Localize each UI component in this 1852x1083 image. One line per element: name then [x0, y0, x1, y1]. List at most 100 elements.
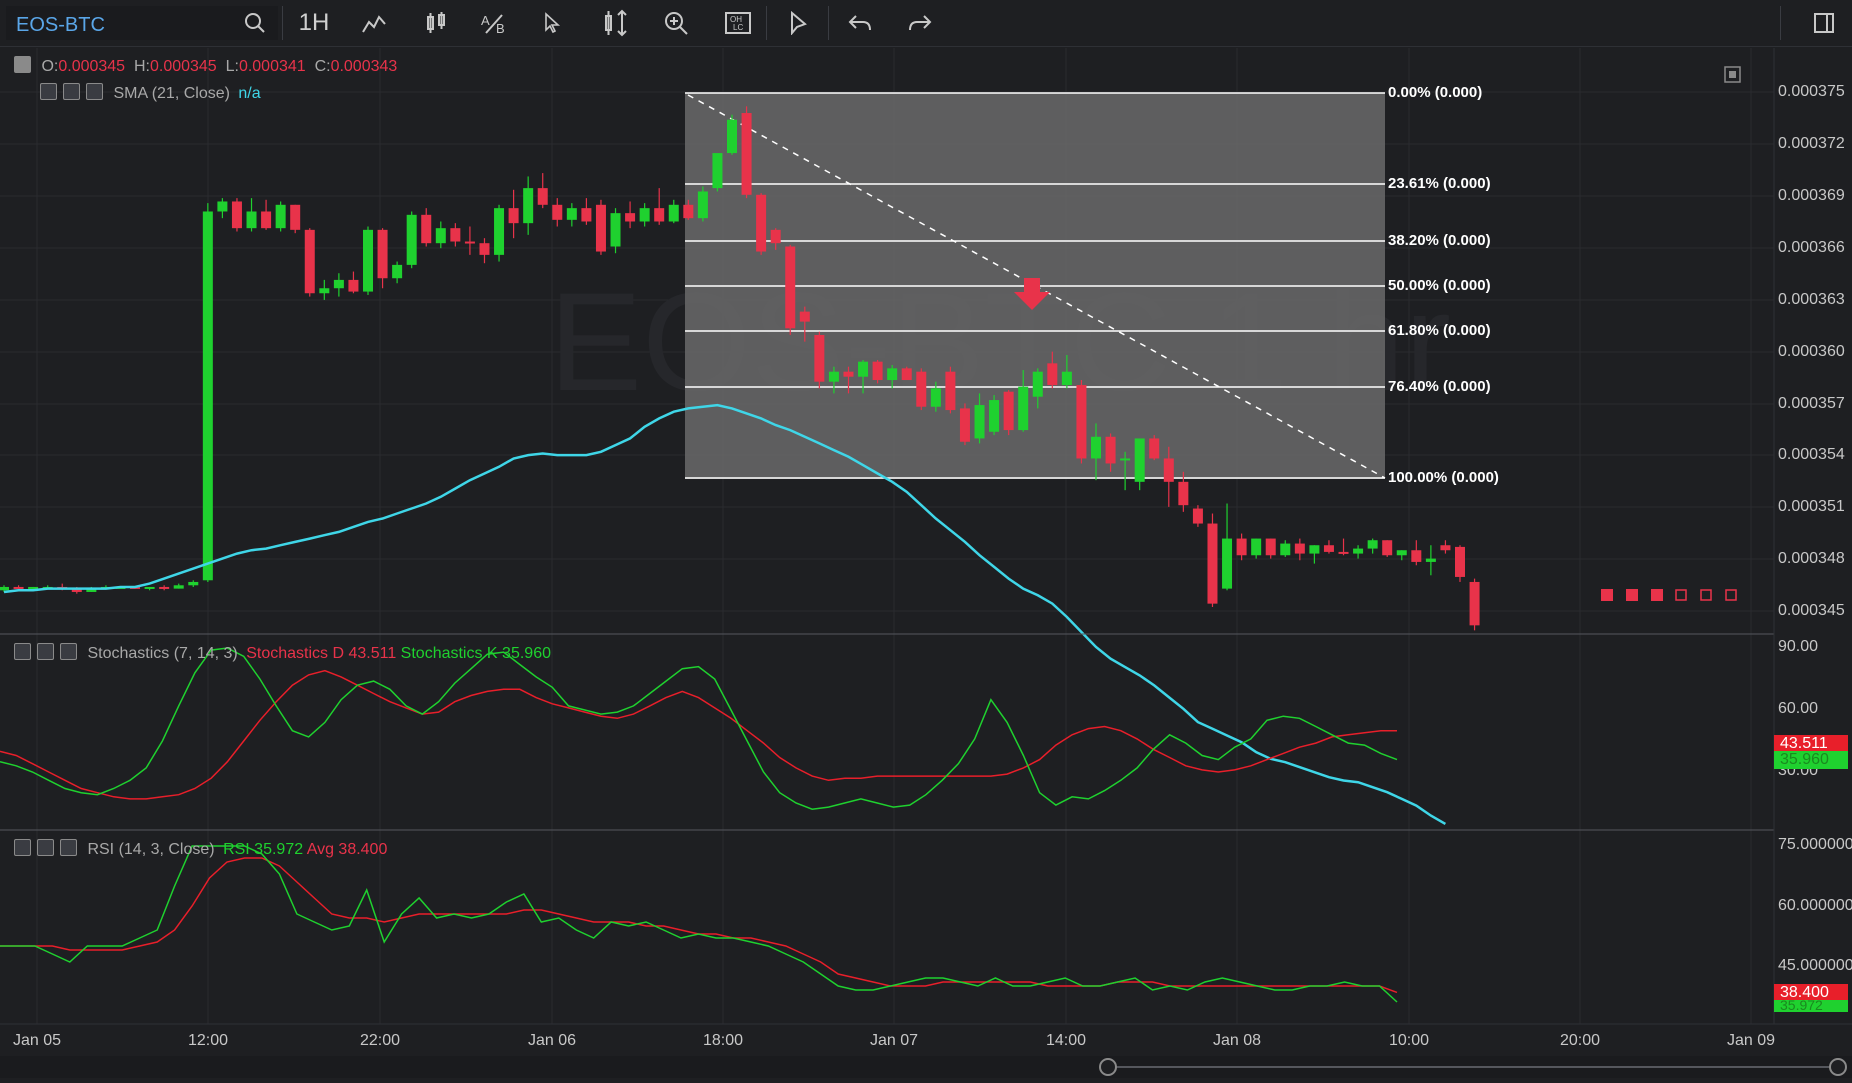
interval-button[interactable]: 1H — [298, 8, 330, 38]
price-axis-label: 0.000372 — [1778, 135, 1845, 152]
stochastics-k-label: Stochastics K 35.960 — [400, 645, 551, 662]
settings-gear-icon[interactable] — [60, 839, 77, 857]
ohlc-icon[interactable]: OH LC — [722, 8, 754, 38]
candle-body — [1425, 558, 1436, 562]
candle-body — [435, 228, 446, 244]
candle-body — [173, 585, 184, 589]
rsi-tag: 35.972 — [1774, 998, 1848, 1012]
candle-body — [1076, 385, 1087, 459]
pattern-markers — [1601, 589, 1737, 601]
interval-label: 1H — [298, 9, 330, 36]
candle-body — [756, 194, 767, 252]
candle-body — [901, 368, 912, 381]
candle-body — [1236, 538, 1247, 556]
candle-body — [464, 241, 475, 244]
symbol-input[interactable]: EOS-BTC — [6, 6, 278, 40]
rsi-line — [0, 845, 1398, 1003]
candle-body — [595, 204, 606, 252]
price-axis-label: 0.000354 — [1778, 446, 1845, 463]
fib-label-50: 50.00% (0.000) — [1388, 277, 1491, 294]
candle-body — [1309, 545, 1320, 554]
time-axis-label: 20:00 — [1559, 1032, 1601, 1049]
time-axis-label: 18:00 — [702, 1032, 744, 1049]
stoch-k-line — [0, 647, 1398, 810]
candle-body — [1455, 546, 1465, 577]
rsi-axis-label: 75.000000 — [1778, 836, 1852, 853]
candle-body — [858, 361, 869, 377]
candle-body — [261, 211, 272, 229]
undo-icon[interactable] — [844, 8, 876, 38]
rsi-axis-label: 45.000000 — [1778, 957, 1852, 974]
stochastics-legend: Stochastics (7, 14, 3) Stochastics D 43.… — [14, 643, 551, 663]
hide-icon[interactable] — [63, 83, 80, 101]
stochastics-label: Stochastics (7, 14, 3) — [87, 645, 238, 662]
candle-body — [1163, 458, 1174, 482]
settings-gear-icon[interactable] — [60, 643, 77, 661]
candle-body — [828, 371, 839, 382]
hide-icon[interactable] — [37, 839, 54, 857]
candle-body — [1469, 581, 1480, 626]
text-annotation-icon[interactable]: AB — [478, 8, 510, 38]
candle-body — [1105, 436, 1116, 464]
time-axis-label: Jan 07 — [869, 1032, 919, 1049]
candle-body — [945, 371, 956, 411]
rsi-avg-label: Avg 38.400 — [306, 841, 388, 858]
time-axis-label: 14:00 — [1045, 1032, 1087, 1049]
disable-icon[interactable] — [40, 83, 57, 101]
rsi-axis-label: 60.000000 — [1778, 897, 1852, 914]
candle-body — [1149, 438, 1160, 459]
price-axis-label: 0.000360 — [1778, 343, 1845, 360]
hide-icon[interactable] — [37, 643, 54, 661]
low-label: L: — [225, 58, 239, 75]
toolbar-separator — [766, 6, 767, 40]
cursor-icon[interactable] — [536, 8, 568, 38]
symbol-text: EOS-BTC — [16, 14, 105, 36]
collapse-icon[interactable] — [14, 56, 31, 74]
sma-value: n/a — [238, 85, 261, 102]
sma-label: SMA (21, Close) — [113, 85, 230, 102]
candle-style-icon[interactable] — [420, 8, 452, 38]
close-label: C: — [314, 58, 331, 75]
candle-body — [974, 405, 985, 439]
fib-label-0: 0.00% (0.000) — [1388, 84, 1483, 101]
candle-body — [552, 204, 563, 220]
line-study-icon[interactable] — [358, 8, 390, 38]
chart-area[interactable]: EOS-BTC 1 hr — [0, 48, 1852, 1056]
candle-body — [930, 388, 941, 407]
candle-body — [348, 279, 359, 292]
time-axis-label: Jan 09 — [1726, 1032, 1776, 1049]
candle-body — [1323, 545, 1334, 552]
fullscreen-icon[interactable] — [1808, 8, 1840, 38]
candle-body — [727, 119, 737, 154]
toolbar: EOS-BTC 1H AB OH LC — [0, 0, 1852, 47]
candle-body — [406, 214, 417, 265]
search-icon[interactable] — [244, 12, 266, 34]
candle-body — [785, 246, 796, 329]
scroll-handle-right[interactable] — [1829, 1058, 1847, 1076]
candle-body — [1280, 543, 1291, 556]
expand-icon[interactable] — [1724, 66, 1741, 83]
candle-body — [1134, 438, 1145, 482]
candle-body — [1178, 481, 1189, 506]
zoom-in-icon[interactable] — [660, 8, 692, 38]
redo-icon[interactable] — [904, 8, 936, 38]
time-scrollbar[interactable] — [0, 1056, 1852, 1078]
pointer-icon[interactable] — [782, 8, 814, 38]
candle-body — [275, 204, 286, 229]
candle-body — [916, 371, 927, 407]
candle-body — [770, 229, 781, 244]
settings-gear-icon[interactable] — [86, 83, 103, 101]
candle-body — [508, 208, 519, 224]
disable-icon[interactable] — [14, 643, 31, 661]
candle-body — [450, 228, 461, 242]
candle-body — [959, 408, 970, 442]
candle-body — [1120, 458, 1131, 461]
disable-icon[interactable] — [14, 839, 31, 857]
toolbar-separator — [282, 6, 283, 40]
time-axis-label: Jan 08 — [1212, 1032, 1262, 1049]
candle-body — [188, 581, 199, 586]
candle-body — [581, 208, 592, 222]
y-scale-icon[interactable] — [600, 8, 632, 38]
candle-body — [523, 188, 534, 224]
scroll-handle-left[interactable] — [1099, 1058, 1117, 1076]
